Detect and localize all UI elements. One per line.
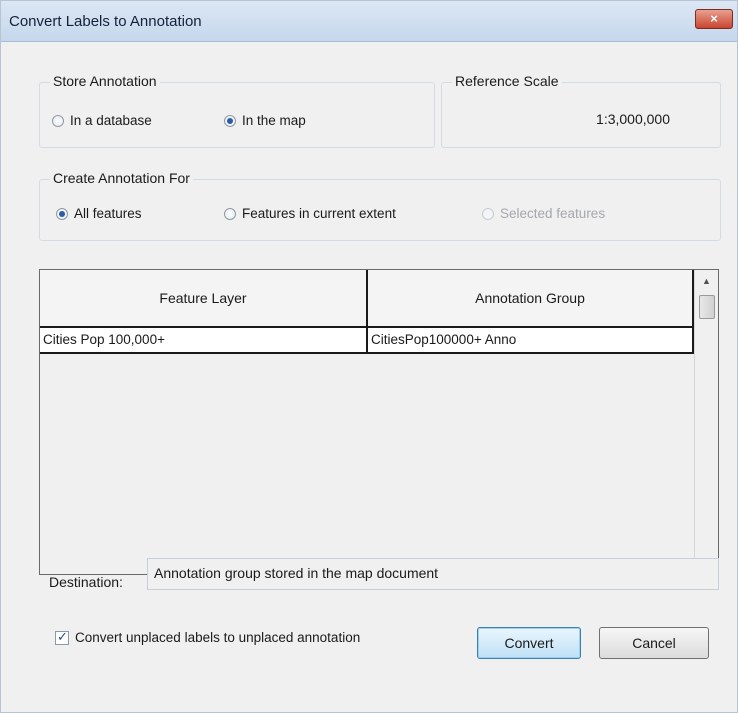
convert-button[interactable]: Convert	[477, 627, 581, 659]
radio-in-map-circle[interactable]	[224, 114, 236, 127]
radio-selected-features: Selected features	[482, 206, 605, 221]
checkmark-icon: ✓	[57, 628, 68, 644]
radio-in-database-circle[interactable]	[52, 114, 64, 127]
vertical-scrollbar[interactable]: ▲ ▼	[694, 270, 718, 574]
convert-unplaced-label: Convert unplaced labels to unplaced anno…	[75, 630, 361, 645]
convert-unplaced-checkbox-row[interactable]: ✓ Convert unplaced labels to unplaced an…	[55, 628, 361, 645]
radio-in-map-label: In the map	[242, 113, 306, 128]
annotation-layer-grid[interactable]: Feature Layer Annotation Group Cities Po…	[39, 269, 719, 575]
radio-in-map[interactable]: In the map	[224, 113, 306, 128]
scroll-thumb[interactable]	[699, 295, 715, 319]
cancel-button[interactable]: Cancel	[599, 627, 709, 659]
reference-scale-group: Reference Scale 1:3,000,000	[441, 73, 721, 148]
close-button[interactable]: ×	[695, 9, 733, 29]
radio-selected-features-circle	[482, 207, 494, 220]
radio-current-extent[interactable]: Features in current extent	[224, 206, 396, 221]
radio-in-database-label: In a database	[70, 113, 152, 128]
dialog-content: Store Annotation In a database In the ma…	[1, 42, 737, 712]
store-annotation-title: Store Annotation	[50, 73, 160, 89]
destination-label: Destination:	[49, 574, 123, 590]
radio-current-extent-label: Features in current extent	[242, 206, 396, 221]
radio-selected-features-label: Selected features	[500, 206, 606, 221]
destination-field: Annotation group stored in the map docum…	[147, 558, 719, 590]
table-row[interactable]: Cities Pop 100,000+ CitiesPop100000+ Ann…	[40, 328, 694, 354]
reference-scale-value: 1:3,000,000	[596, 111, 670, 127]
radio-in-database[interactable]: In a database	[52, 113, 152, 128]
radio-all-features[interactable]: All features	[56, 206, 142, 221]
store-annotation-group: Store Annotation In a database In the ma…	[39, 73, 435, 148]
title-bar[interactable]: Convert Labels to Annotation ×	[1, 1, 737, 42]
column-header-annotation-group[interactable]: Annotation Group	[368, 270, 694, 326]
convert-labels-dialog: Convert Labels to Annotation × Store Ann…	[0, 0, 738, 713]
close-icon: ×	[710, 11, 718, 26]
create-annotation-for-group: Create Annotation For All features Featu…	[39, 170, 721, 241]
scroll-up-icon[interactable]: ▲	[695, 270, 718, 292]
grid-header: Feature Layer Annotation Group	[40, 270, 694, 328]
create-annotation-for-title: Create Annotation For	[50, 170, 193, 186]
cell-feature-layer[interactable]: Cities Pop 100,000+	[40, 328, 368, 352]
dialog-title: Convert Labels to Annotation	[9, 13, 202, 30]
column-header-feature-layer[interactable]: Feature Layer	[40, 270, 368, 326]
convert-unplaced-checkbox[interactable]: ✓	[55, 628, 69, 645]
cell-annotation-group[interactable]: CitiesPop100000+ Anno	[368, 328, 694, 352]
reference-scale-title: Reference Scale	[452, 73, 562, 89]
radio-current-extent-circle[interactable]	[224, 207, 236, 220]
radio-all-features-label: All features	[74, 206, 142, 221]
radio-all-features-circle[interactable]	[56, 207, 68, 220]
